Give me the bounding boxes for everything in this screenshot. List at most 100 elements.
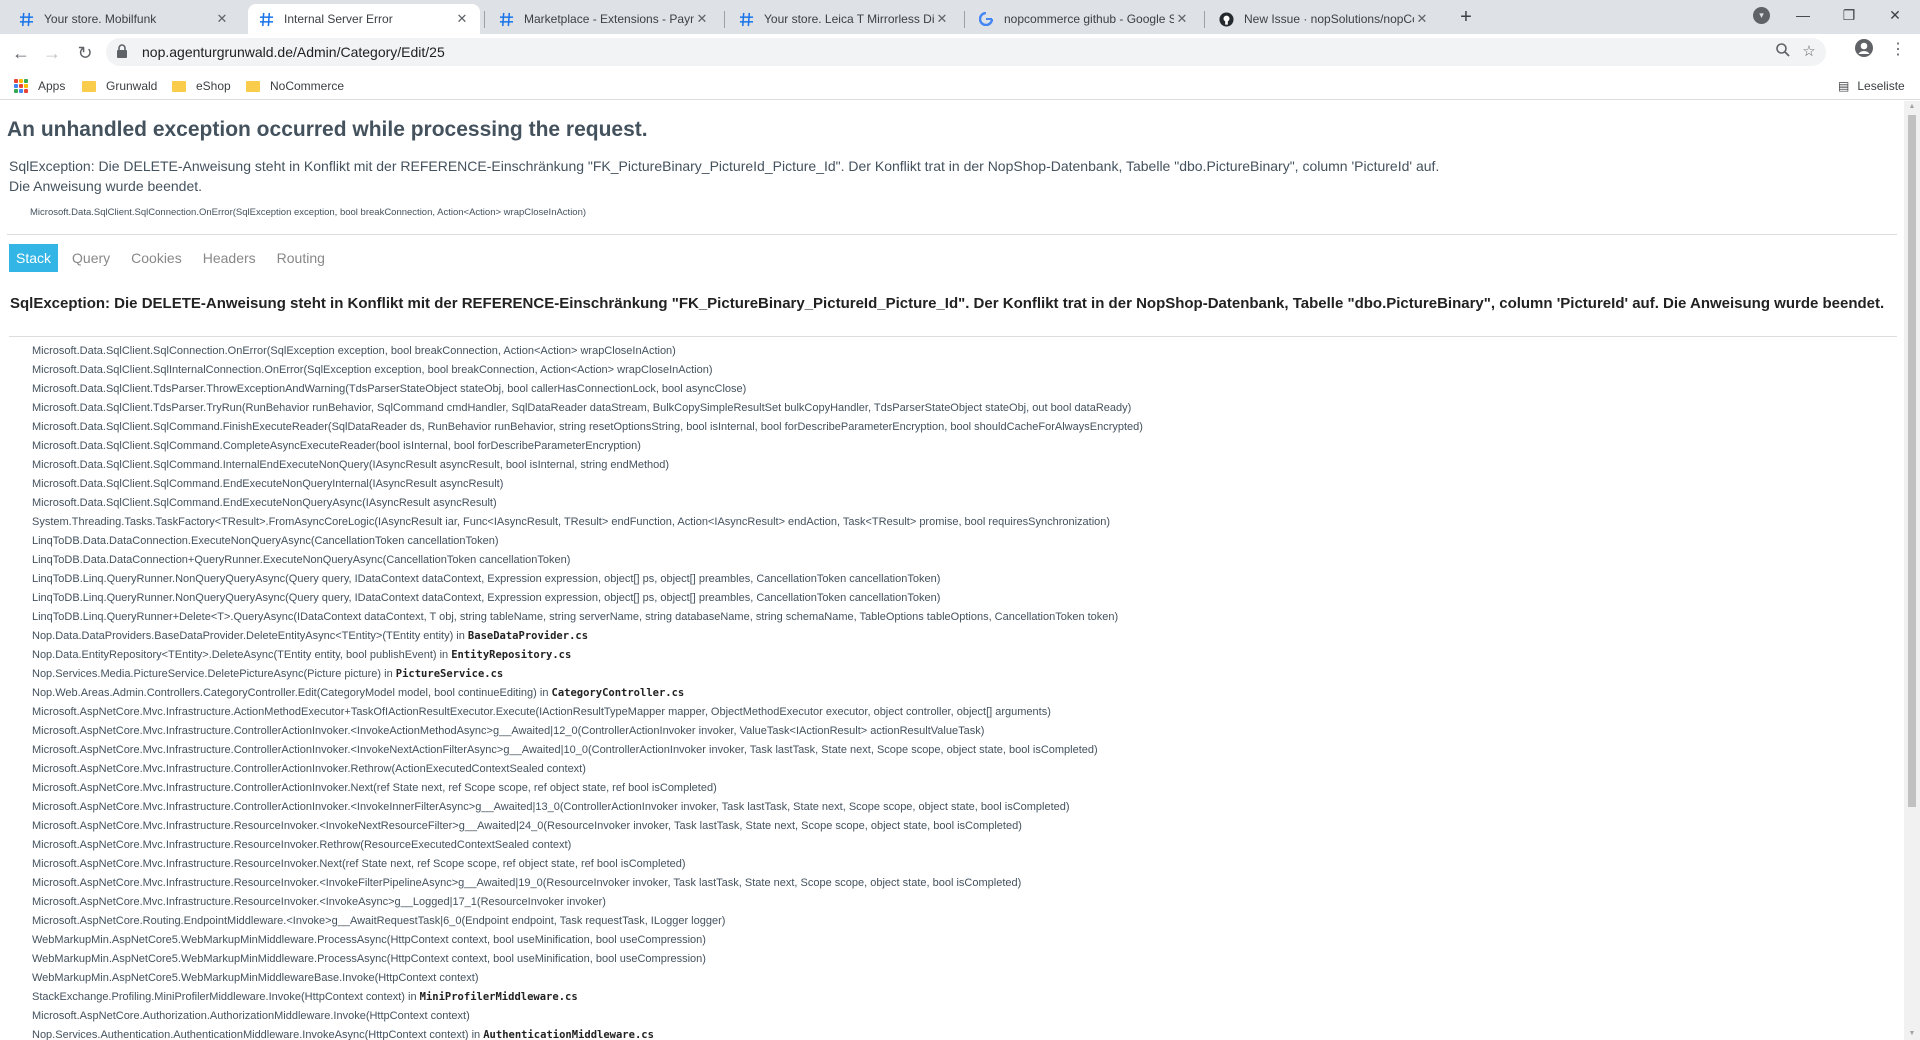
- stack-frame: Microsoft.Data.SqlClient.SqlCommand.Fini…: [32, 418, 1882, 437]
- stack-frame: WebMarkupMin.AspNetCore5.WebMarkupMinMid…: [32, 969, 1882, 988]
- tab-stack[interactable]: Stack: [9, 244, 59, 272]
- close-tab-icon[interactable]: ✕: [694, 11, 710, 27]
- tab-title: nopcommerce github - Google S: [1004, 12, 1174, 26]
- browser-tab[interactable]: Your store. Leica T Mirrorless Dig ✕: [728, 4, 960, 34]
- page-scrollbar[interactable]: ▲ ▼: [1904, 101, 1920, 1040]
- tab-headers[interactable]: Headers: [196, 244, 263, 272]
- browser-tab-strip: Your store. Mobilfunk ✕ Internal Server Er…: [0, 0, 1920, 34]
- frame-method: LinqToDB.Data.DataConnection+QueryRunner…: [32, 554, 571, 566]
- browser-tab[interactable]: nopcommerce github - Google S ✕: [968, 4, 1200, 34]
- stack-frame[interactable]: Nop.Services.Authentication.Authenticati…: [32, 1026, 1882, 1040]
- frame-file[interactable]: EntityRepository.cs: [451, 649, 571, 661]
- stack-frame: WebMarkupMin.AspNetCore5.WebMarkupMinMid…: [32, 950, 1882, 969]
- stack-frame: Microsoft.Data.SqlClient.TdsParser.TryRu…: [32, 399, 1882, 418]
- close-tab-icon[interactable]: ✕: [934, 11, 950, 27]
- frame-file[interactable]: CategoryController.cs: [552, 687, 685, 699]
- stack-frame: Microsoft.Data.SqlClient.SqlCommand.Comp…: [32, 437, 1882, 456]
- frame-method: System.Threading.Tasks.TaskFactory<TResu…: [32, 516, 1111, 528]
- divider: [9, 336, 1897, 337]
- stack-frame: Microsoft.AspNetCore.Mvc.Infrastructure.…: [32, 855, 1882, 874]
- forward-arrow-icon[interactable]: →: [38, 39, 66, 67]
- frame-method: LinqToDB.Linq.QueryRunner.NonQueryQueryA…: [32, 592, 941, 604]
- browser-tab[interactable]: New Issue · nopSolutions/nopCo ✕: [1208, 4, 1440, 34]
- back-arrow-icon[interactable]: ←: [7, 39, 35, 67]
- frame-method: Nop.Services.Media.PictureService.Delete…: [32, 668, 396, 680]
- tab-cookies[interactable]: Cookies: [124, 244, 189, 272]
- bookmark-label: eShop: [196, 79, 231, 93]
- frame-method: Microsoft.AspNetCore.Mvc.Infrastructure.…: [32, 820, 1022, 832]
- frame-method: Microsoft.AspNetCore.Authorization.Autho…: [32, 1010, 470, 1022]
- tab-routing[interactable]: Routing: [270, 244, 332, 272]
- frame-file[interactable]: AuthenticationMiddleware.cs: [483, 1029, 654, 1040]
- frame-method: LinqToDB.Linq.QueryRunner+Delete<T>.Quer…: [32, 611, 1119, 623]
- frame-method: LinqToDB.Data.DataConnection.ExecuteNonQ…: [32, 535, 499, 547]
- store-icon: [258, 11, 274, 27]
- url-text[interactable]: nop.agenturgrunwald.de/Admin/Category/Ed…: [142, 44, 445, 60]
- tab-title: Marketplace - Extensions - Paym: [524, 12, 694, 26]
- frame-method: Microsoft.AspNetCore.Mvc.Infrastructure.…: [32, 706, 1051, 718]
- bookmark-nocommerce[interactable]: NoCommerce: [246, 76, 344, 96]
- reload-icon[interactable]: ↻: [71, 39, 99, 67]
- stack-frame: Microsoft.AspNetCore.Mvc.Infrastructure.…: [32, 817, 1882, 836]
- frame-file[interactable]: BaseDataProvider.cs: [468, 630, 588, 642]
- bookmark-apps[interactable]: Apps: [14, 76, 65, 96]
- frame-method: LinqToDB.Linq.QueryRunner.NonQueryQueryA…: [32, 573, 941, 585]
- bookmarks-bar: Apps Grunwald eShop NoCommerce ▤ Leselis…: [0, 72, 1920, 100]
- frame-file[interactable]: PictureService.cs: [396, 668, 503, 680]
- stack-frame: Microsoft.Data.SqlClient.TdsParser.Throw…: [32, 380, 1882, 399]
- bookmark-label: Apps: [38, 79, 66, 93]
- frame-method: Microsoft.AspNetCore.Mvc.Infrastructure.…: [32, 725, 985, 737]
- bookmark-grunwald[interactable]: Grunwald: [82, 76, 157, 96]
- scroll-down-icon[interactable]: ▼: [1908, 1030, 1916, 1038]
- scroll-up-icon[interactable]: ▲: [1908, 103, 1916, 111]
- frame-method: Microsoft.AspNetCore.Mvc.Infrastructure.…: [32, 744, 1098, 756]
- minimize-icon[interactable]: —: [1780, 0, 1826, 30]
- scrollbar-thumb[interactable]: [1908, 115, 1916, 807]
- frame-method: Microsoft.Data.SqlClient.SqlCommand.Comp…: [32, 440, 641, 452]
- frame-method: Microsoft.Data.SqlClient.SqlCommand.EndE…: [32, 478, 504, 490]
- bookmark-eshop[interactable]: eShop: [172, 76, 231, 96]
- close-tab-icon[interactable]: ✕: [1174, 11, 1190, 27]
- new-tab-icon[interactable]: +: [1454, 6, 1478, 30]
- folder-icon: [246, 80, 260, 92]
- zoom-icon[interactable]: [1773, 42, 1793, 62]
- reading-list-button[interactable]: ▤ Leseliste: [1838, 76, 1905, 96]
- stack-frame[interactable]: Nop.Data.EntityRepository<TEntity>.Delet…: [32, 646, 1882, 665]
- stack-frame[interactable]: Nop.Services.Media.PictureService.Delete…: [32, 665, 1882, 684]
- close-tab-icon[interactable]: ✕: [1414, 11, 1430, 27]
- store-icon: [738, 11, 754, 27]
- browser-tab[interactable]: Your store. Mobilfunk ✕: [8, 4, 240, 34]
- stack-frame: Microsoft.Data.SqlClient.SqlCommand.EndE…: [32, 494, 1882, 513]
- frame-file[interactable]: MiniProfilerMiddleware.cs: [420, 991, 578, 1003]
- browser-tab[interactable]: Marketplace - Extensions - Paym ✕: [488, 4, 720, 34]
- stack-frames-list: Microsoft.Data.SqlClient.SqlConnection.O…: [32, 342, 1882, 1040]
- stack-frame[interactable]: StackExchange.Profiling.MiniProfilerMidd…: [32, 988, 1882, 1007]
- bookmark-star-icon[interactable]: ☆: [1799, 42, 1819, 62]
- exception-heading: An unhandled exception occurred while pr…: [7, 118, 648, 141]
- frame-method: Microsoft.AspNetCore.Mvc.Infrastructure.…: [32, 763, 586, 775]
- tab-search-icon[interactable]: ▾: [1753, 7, 1770, 24]
- stack-frame[interactable]: Nop.Web.Areas.Admin.Controllers.Category…: [32, 684, 1882, 703]
- stack-frame: Microsoft.AspNetCore.Mvc.Infrastructure.…: [32, 779, 1882, 798]
- apps-grid-icon: [14, 79, 28, 93]
- frame-method: Microsoft.Data.SqlClient.SqlCommand.Inte…: [32, 459, 670, 471]
- profile-icon[interactable]: [1852, 38, 1876, 62]
- stack-frame: LinqToDB.Linq.QueryRunner.NonQueryQueryA…: [32, 570, 1882, 589]
- restore-icon[interactable]: ❐: [1826, 0, 1872, 30]
- menu-kebab-icon[interactable]: ⋮: [1886, 38, 1910, 62]
- stack-frame: Microsoft.AspNetCore.Mvc.Infrastructure.…: [32, 798, 1882, 817]
- lock-icon[interactable]: [116, 44, 130, 60]
- stack-frame[interactable]: Nop.Data.DataProviders.BaseDataProvider.…: [32, 627, 1882, 646]
- stack-frame: Microsoft.AspNetCore.Routing.EndpointMid…: [32, 912, 1882, 931]
- browser-tab[interactable]: Internal Server Error ✕: [248, 4, 480, 34]
- close-tab-icon[interactable]: ✕: [454, 11, 470, 27]
- close-window-icon[interactable]: ✕: [1872, 0, 1918, 30]
- stack-frame: Microsoft.Data.SqlClient.SqlInternalConn…: [32, 361, 1882, 380]
- close-tab-icon[interactable]: ✕: [214, 11, 230, 27]
- stack-frame: Microsoft.Data.SqlClient.SqlConnection.O…: [32, 342, 1882, 361]
- error-page: An unhandled exception occurred while pr…: [0, 101, 1904, 1040]
- stack-frame: Microsoft.AspNetCore.Mvc.Infrastructure.…: [32, 722, 1882, 741]
- folder-icon: [172, 80, 186, 92]
- tab-query[interactable]: Query: [65, 244, 117, 272]
- address-bar[interactable]: nop.agenturgrunwald.de/Admin/Category/Ed…: [106, 38, 1826, 66]
